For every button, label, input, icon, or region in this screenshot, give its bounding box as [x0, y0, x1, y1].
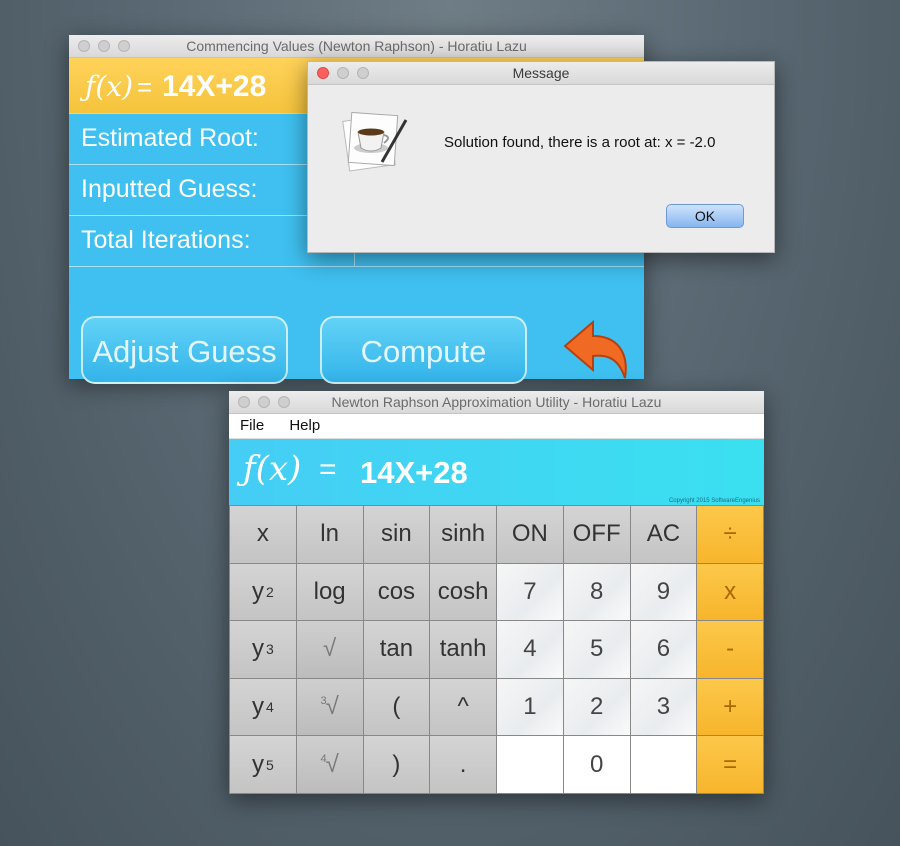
total-iterations-label: Total Iterations:	[81, 226, 251, 254]
key-blank-right[interactable]	[630, 736, 698, 794]
minimize-icon[interactable]	[98, 40, 110, 52]
estimated-root-label: Estimated Root:	[81, 124, 259, 152]
key-label: y	[251, 693, 264, 721]
key-exponent: 3	[265, 641, 274, 658]
titlebar: Commencing Values (Newton Raphson) - Hor…	[69, 35, 644, 58]
key-1[interactable]: 1	[497, 678, 564, 737]
key-log[interactable]: log	[296, 563, 364, 622]
dialog-titlebar: Message	[308, 62, 774, 85]
dialog-window-controls	[317, 67, 369, 79]
minimize-icon[interactable]	[337, 67, 349, 79]
menu-bar: File Help	[229, 414, 764, 439]
calc-titlebar: Newton Raphson Approximation Utility - H…	[229, 391, 764, 414]
key-minus[interactable]: -	[697, 621, 764, 679]
fx-symbol: ƒ(x)	[85, 70, 134, 103]
key-3[interactable]: 3	[630, 678, 698, 737]
key-exponent: 2	[265, 583, 274, 600]
calculator-window: Newton Raphson Approximation Utility - H…	[229, 391, 764, 794]
key-5[interactable]: 5	[563, 621, 631, 679]
close-icon[interactable]	[317, 67, 329, 79]
key-9[interactable]: 9	[630, 563, 698, 622]
key-label: √	[325, 750, 339, 778]
root-index: 4	[320, 752, 327, 765]
window-title: Commencing Values (Newton Raphson) - Hor…	[186, 38, 527, 54]
key-4[interactable]: 4	[497, 621, 564, 679]
copyright-text: Copyright 2015 SoftwareEngenius	[668, 498, 760, 504]
calc-window-title: Newton Raphson Approximation Utility - H…	[331, 394, 662, 410]
key-plus[interactable]: +	[697, 678, 764, 737]
zoom-icon[interactable]	[357, 67, 369, 79]
key-0[interactable]: 0	[563, 736, 631, 794]
compute-button[interactable]: Compute	[320, 316, 527, 384]
dialog-title: Message	[512, 65, 570, 81]
key-equals[interactable]: =	[697, 736, 764, 794]
key-fourth-root[interactable]: 4 √	[296, 736, 364, 794]
close-icon[interactable]	[78, 40, 90, 52]
fx-symbol: ƒ(x)	[243, 449, 302, 489]
dialog-message: Solution found, there is a root at: x = …	[444, 134, 716, 151]
key-close-paren[interactable]: )	[363, 736, 431, 794]
minimize-icon[interactable]	[258, 396, 270, 408]
back-arrow-icon[interactable]	[559, 316, 635, 395]
key-cosh[interactable]: cosh	[430, 563, 497, 622]
inputted-guess-label: Inputted Guess:	[81, 175, 258, 203]
key-open-paren[interactable]: (	[363, 678, 431, 737]
key-8[interactable]: 8	[563, 563, 631, 622]
key-cos[interactable]: cos	[363, 563, 431, 622]
key-label: y	[251, 635, 264, 663]
key-ln[interactable]: ln	[296, 506, 364, 564]
key-tan[interactable]: tan	[363, 621, 431, 679]
key-exponent: 4	[265, 699, 274, 716]
adjust-guess-button[interactable]: Adjust Guess	[81, 316, 288, 384]
key-y-cubed[interactable]: y3	[230, 621, 297, 679]
key-sqrt[interactable]: √	[296, 621, 364, 679]
key-on[interactable]: ON	[497, 506, 564, 564]
java-app-icon	[338, 104, 412, 179]
equals-sign: =	[319, 453, 337, 486]
key-y-squared[interactable]: y2	[230, 563, 297, 622]
key-y-fourth[interactable]: y4	[230, 678, 297, 737]
key-label: √	[325, 693, 339, 721]
key-ac[interactable]: AC	[630, 506, 698, 564]
ok-button[interactable]: OK	[666, 204, 744, 228]
key-sin[interactable]: sin	[363, 506, 431, 564]
key-exponent: 5	[265, 756, 274, 773]
zoom-icon[interactable]	[118, 40, 130, 52]
key-2[interactable]: 2	[563, 678, 631, 737]
key-label: y	[251, 577, 264, 605]
key-decimal[interactable]: .	[430, 736, 497, 794]
keypad: x ln sin sinh ON OFF AC ÷ y2 log cos cos…	[229, 505, 764, 794]
menu-file[interactable]: File	[229, 414, 274, 434]
key-y-fifth[interactable]: y5	[230, 736, 297, 794]
window-controls	[78, 40, 130, 52]
key-x[interactable]: x	[230, 506, 297, 564]
key-sinh[interactable]: sinh	[430, 506, 497, 564]
key-label: y	[251, 750, 264, 778]
key-7[interactable]: 7	[497, 563, 564, 622]
menu-help[interactable]: Help	[278, 414, 330, 434]
function-expression: 14X+28	[162, 70, 267, 103]
function-expression: 14X+28	[360, 455, 468, 490]
key-divide[interactable]: ÷	[697, 506, 764, 564]
key-blank-left[interactable]	[497, 736, 564, 794]
equals-sign: =	[137, 72, 153, 102]
calc-window-controls	[238, 396, 290, 408]
message-dialog: Message Solution found, there is a root …	[307, 61, 775, 253]
key-cube-root[interactable]: 3 √	[296, 678, 364, 737]
key-power[interactable]: ^	[430, 678, 497, 737]
key-tanh[interactable]: tanh	[430, 621, 497, 679]
zoom-icon[interactable]	[278, 396, 290, 408]
root-index: 3	[320, 695, 327, 708]
key-off[interactable]: OFF	[563, 506, 631, 564]
key-6[interactable]: 6	[630, 621, 698, 679]
close-icon[interactable]	[238, 396, 250, 408]
key-multiply[interactable]: x	[697, 563, 764, 622]
function-display: ƒ(x) = 14X+28 Copyright 2015 SoftwareEng…	[229, 439, 764, 505]
